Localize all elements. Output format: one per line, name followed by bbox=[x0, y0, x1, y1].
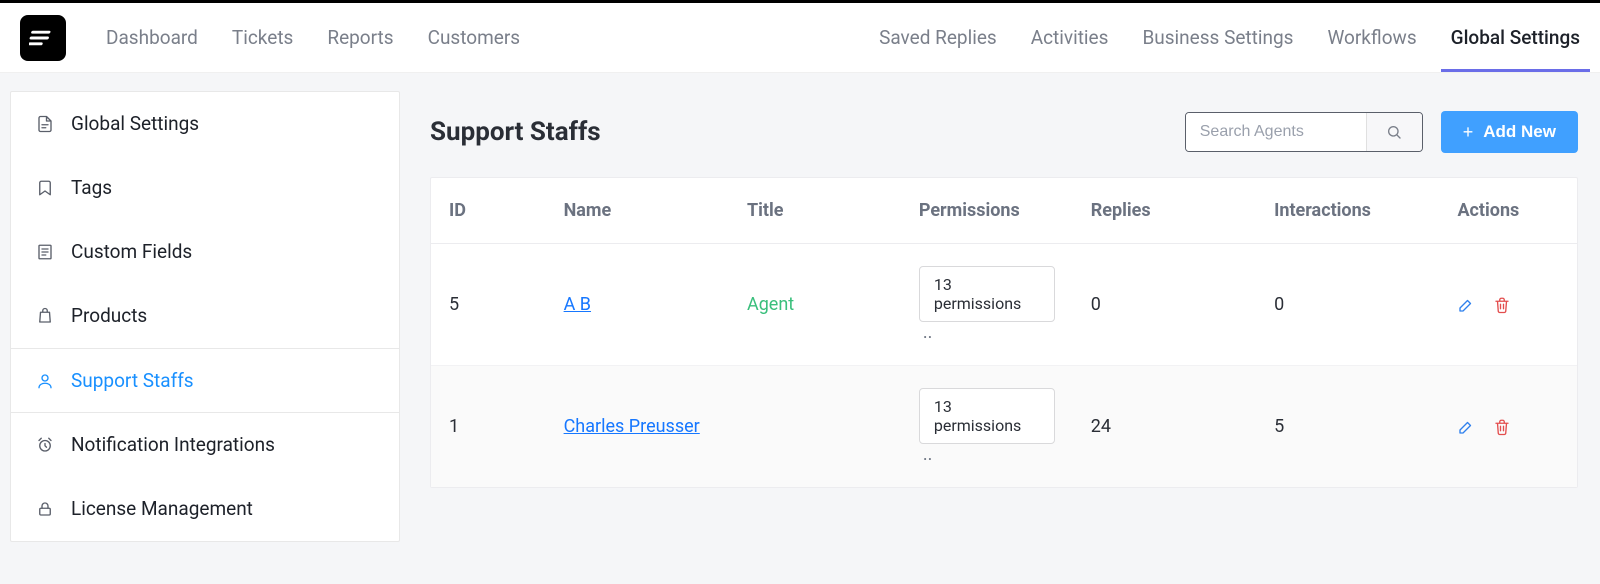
sidebar-item-label: License Management bbox=[71, 497, 253, 520]
th-title: Title bbox=[729, 178, 901, 244]
nav-left: Dashboard Tickets Reports Customers bbox=[106, 4, 520, 71]
plus-icon: + bbox=[1463, 123, 1474, 141]
logo-icon bbox=[29, 24, 57, 52]
table-row: 1 Charles Preusser 13 permissions.. 24 5 bbox=[431, 366, 1577, 488]
search-input[interactable] bbox=[1186, 113, 1366, 151]
nav-reports[interactable]: Reports bbox=[327, 4, 393, 71]
add-new-label: Add New bbox=[1483, 122, 1556, 142]
th-id: ID bbox=[431, 178, 546, 244]
nav-customers[interactable]: Customers bbox=[428, 4, 521, 71]
user-icon bbox=[35, 371, 55, 391]
nav-tickets[interactable]: Tickets bbox=[232, 4, 293, 71]
cell-id: 5 bbox=[431, 244, 546, 366]
cell-title: Agent bbox=[747, 294, 794, 315]
header-actions: + Add New bbox=[1185, 111, 1578, 153]
cell-id: 1 bbox=[431, 366, 546, 488]
sidebar-item-label: Global Settings bbox=[71, 112, 199, 135]
delete-button[interactable] bbox=[1493, 418, 1511, 436]
th-replies: Replies bbox=[1073, 178, 1256, 244]
form-icon bbox=[35, 242, 55, 262]
sidebar-item-label: Products bbox=[71, 304, 147, 327]
app-logo[interactable] bbox=[20, 15, 66, 61]
sidebar-item-custom-fields[interactable]: Custom Fields bbox=[11, 220, 399, 284]
body: Global Settings Tags Custom Fields Produ… bbox=[0, 73, 1600, 542]
sidebar-item-tags[interactable]: Tags bbox=[11, 156, 399, 220]
nav-workflows[interactable]: Workflows bbox=[1327, 4, 1416, 71]
nav-global-settings[interactable]: Global Settings bbox=[1451, 4, 1580, 71]
sidebar-item-label: Custom Fields bbox=[71, 240, 192, 263]
cell-interactions: 5 bbox=[1256, 366, 1439, 488]
sidebar-item-global-settings[interactable]: Global Settings bbox=[11, 92, 399, 156]
staff-name-link[interactable]: A B bbox=[564, 294, 591, 315]
sidebar-item-label: Tags bbox=[71, 176, 112, 199]
nav-dashboard[interactable]: Dashboard bbox=[106, 4, 198, 71]
edit-button[interactable] bbox=[1457, 296, 1475, 314]
bag-icon bbox=[35, 306, 55, 326]
cell-replies: 0 bbox=[1073, 244, 1256, 366]
edit-button[interactable] bbox=[1457, 418, 1475, 436]
page-title: Support Staffs bbox=[430, 117, 601, 147]
search-icon bbox=[1386, 124, 1402, 140]
add-new-button[interactable]: + Add New bbox=[1441, 111, 1578, 153]
permissions-pill[interactable]: 13 permissions bbox=[919, 266, 1055, 322]
lock-icon bbox=[35, 499, 55, 519]
main-content: Support Staffs + Add New ID bbox=[400, 91, 1590, 542]
staff-name-link[interactable]: Charles Preusser bbox=[564, 416, 700, 437]
header: Dashboard Tickets Reports Customers Save… bbox=[0, 3, 1600, 73]
bookmark-icon bbox=[35, 178, 55, 198]
staff-table: ID Name Title Permissions Replies Intera… bbox=[430, 177, 1578, 488]
nav-saved-replies[interactable]: Saved Replies bbox=[879, 4, 997, 71]
sidebar-item-products[interactable]: Products bbox=[11, 284, 399, 348]
nav-activities[interactable]: Activities bbox=[1031, 4, 1109, 71]
search-box bbox=[1185, 112, 1423, 152]
edit-icon bbox=[1457, 418, 1475, 436]
table-row: 5 A B Agent 13 permissions.. 0 0 bbox=[431, 244, 1577, 366]
sidebar-item-notification-integrations[interactable]: Notification Integrations bbox=[11, 413, 399, 477]
sidebar-item-label: Notification Integrations bbox=[71, 433, 275, 456]
th-permissions: Permissions bbox=[901, 178, 1073, 244]
file-icon bbox=[35, 114, 55, 134]
ellipsis: .. bbox=[923, 444, 933, 465]
trash-icon bbox=[1493, 296, 1511, 314]
sidebar-item-label: Support Staffs bbox=[71, 369, 194, 392]
nav-right: Saved Replies Activities Business Settin… bbox=[879, 4, 1580, 71]
search-button[interactable] bbox=[1366, 113, 1422, 151]
nav-business-settings[interactable]: Business Settings bbox=[1142, 4, 1293, 71]
ellipsis: .. bbox=[923, 322, 933, 343]
sidebar-item-support-staffs[interactable]: Support Staffs bbox=[11, 348, 399, 413]
th-name: Name bbox=[546, 178, 729, 244]
clock-icon bbox=[35, 435, 55, 455]
permissions-pill[interactable]: 13 permissions bbox=[919, 388, 1055, 444]
page-header: Support Staffs + Add New bbox=[418, 91, 1590, 177]
delete-button[interactable] bbox=[1493, 296, 1511, 314]
edit-icon bbox=[1457, 296, 1475, 314]
cell-interactions: 0 bbox=[1256, 244, 1439, 366]
th-actions: Actions bbox=[1439, 178, 1577, 244]
sidebar: Global Settings Tags Custom Fields Produ… bbox=[10, 91, 400, 542]
trash-icon bbox=[1493, 418, 1511, 436]
cell-replies: 24 bbox=[1073, 366, 1256, 488]
table-header-row: ID Name Title Permissions Replies Intera… bbox=[431, 178, 1577, 244]
th-interactions: Interactions bbox=[1256, 178, 1439, 244]
sidebar-item-license-management[interactable]: License Management bbox=[11, 477, 399, 541]
